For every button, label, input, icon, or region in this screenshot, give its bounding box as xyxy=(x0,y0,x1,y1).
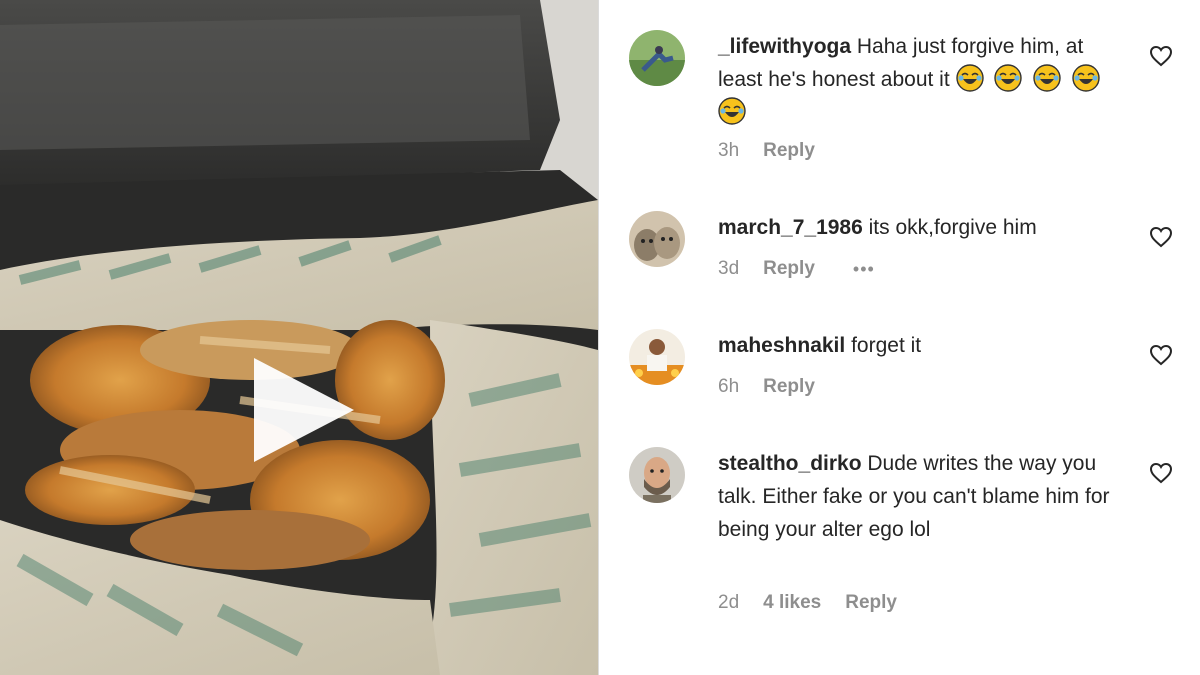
play-icon[interactable] xyxy=(244,350,364,470)
reply-button[interactable]: Reply xyxy=(763,258,815,280)
likes-count[interactable]: 4 likes xyxy=(763,592,821,614)
face-with-tears-of-joy-icon xyxy=(1072,64,1100,92)
video-frame xyxy=(0,0,598,675)
comment-username[interactable]: _lifewithyoga xyxy=(718,35,851,58)
heart-outline-icon[interactable] xyxy=(1149,44,1173,68)
face-with-tears-of-joy-icon xyxy=(994,64,1023,92)
comment-body: stealtho_dirko Dude writes the way you t… xyxy=(718,447,1130,546)
face-with-tears-of-joy-icon xyxy=(718,97,746,125)
more-options-icon[interactable]: ••• xyxy=(853,259,875,280)
face-with-tears-of-joy-icon xyxy=(955,64,984,92)
comment-time: 2d xyxy=(718,592,740,613)
video-player[interactable] xyxy=(0,0,598,675)
comment-meta: 3h Reply xyxy=(718,140,815,162)
comment-text: forget it xyxy=(851,334,922,357)
reply-button[interactable]: Reply xyxy=(763,140,815,162)
comment-meta: 3d Reply ••• xyxy=(718,258,875,280)
comment-text: its okk,forgive him xyxy=(868,216,1037,239)
avatar[interactable] xyxy=(629,30,685,86)
comment-body: march_7_1986 its okk,forgive him xyxy=(718,211,1130,244)
heart-outline-icon[interactable] xyxy=(1149,343,1173,367)
heart-outline-icon[interactable] xyxy=(1149,225,1173,249)
face-with-tears-of-joy-icon xyxy=(1033,64,1061,92)
comment-time: 6h xyxy=(718,376,740,397)
comment-username[interactable]: stealtho_dirko xyxy=(718,452,862,475)
comment-meta: 6h Reply xyxy=(718,376,815,398)
comment-body: maheshnakil forget it xyxy=(718,329,1130,362)
comment-body: _lifewithyoga Haha just forgive him, at … xyxy=(718,30,1130,129)
reply-button[interactable]: Reply xyxy=(845,592,897,614)
comment-meta: 2d 4 likes Reply xyxy=(718,592,897,614)
heart-outline-icon[interactable] xyxy=(1149,461,1173,485)
avatar[interactable] xyxy=(629,447,685,503)
avatar[interactable] xyxy=(629,211,685,267)
comment-time: 3d xyxy=(718,258,740,279)
comment-username[interactable]: maheshnakil xyxy=(718,334,845,357)
comment-time: 3h xyxy=(718,140,740,161)
comments-panel: _lifewithyoga Haha just forgive him, at … xyxy=(599,0,1200,675)
comment-username[interactable]: march_7_1986 xyxy=(718,216,863,239)
avatar[interactable] xyxy=(629,329,685,385)
reply-button[interactable]: Reply xyxy=(763,376,815,398)
